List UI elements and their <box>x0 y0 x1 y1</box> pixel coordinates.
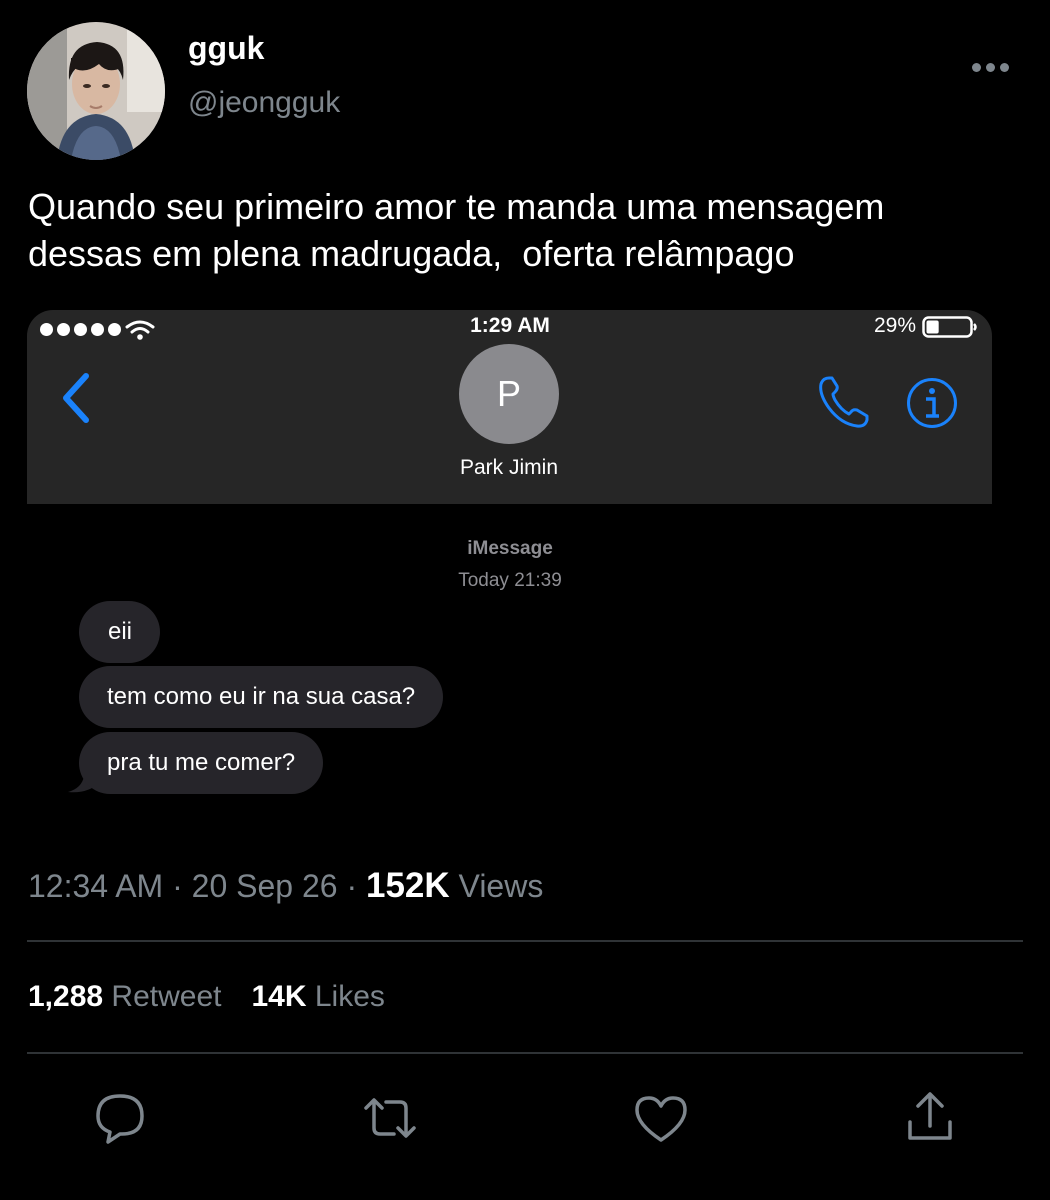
retweets-stat[interactable]: 1,288 Retweet <box>28 980 221 1013</box>
retweets-count: 1,288 <box>28 980 104 1013</box>
service-label: iMessage <box>467 538 553 559</box>
likes-label: Likes <box>306 980 385 1013</box>
likes-stat[interactable]: 14K Likes <box>251 980 384 1013</box>
service-timestamp: Today 21:39 <box>458 570 562 591</box>
user-avatar[interactable] <box>27 22 165 160</box>
divider <box>27 1052 1023 1054</box>
views-label: Views <box>449 868 544 904</box>
tweet-stats: 1,288 Retweet 14K Likes <box>28 980 385 1014</box>
user-handle[interactable]: @jeongguk <box>188 86 340 120</box>
likes-count: 14K <box>251 980 307 1013</box>
reply-icon[interactable] <box>90 1088 150 1148</box>
display-name[interactable]: gguk <box>188 30 264 67</box>
retweets-label: Retweet <box>103 980 222 1013</box>
wifi-icon <box>125 320 155 340</box>
avatar-photo <box>27 22 165 160</box>
divider <box>27 940 1023 942</box>
tweet-timestamp: 12:34 AM · 20 Sep 26 · <box>28 868 366 904</box>
heart-icon[interactable] <box>631 1088 691 1148</box>
status-time: 1:29 AM <box>470 314 550 337</box>
tweet-meta: 12:34 AM · 20 Sep 26 · 152K Views <box>28 866 543 906</box>
share-icon[interactable] <box>900 1088 960 1148</box>
message-bubble: eii <box>79 601 160 663</box>
message-bubble: pra tu me comer? <box>79 732 324 794</box>
tweet-text: Quando seu primeiro amor te manda uma me… <box>28 186 885 274</box>
battery-icon <box>922 316 977 338</box>
contact-avatar[interactable]: P <box>459 344 559 444</box>
views-count[interactable]: 152K <box>366 866 450 905</box>
phone-icon[interactable] <box>815 372 873 430</box>
info-icon[interactable] <box>905 376 959 430</box>
retweet-icon[interactable] <box>360 1088 420 1148</box>
signal-strength-icon <box>40 320 121 338</box>
battery-percent: 29% <box>873 314 916 337</box>
contact-name[interactable]: Park Jimin <box>409 456 609 480</box>
chevron-left-icon[interactable] <box>56 370 96 426</box>
more-horizontal-icon[interactable] <box>972 58 1014 76</box>
message-bubble: tem como eu ir na sua casa? <box>79 666 444 728</box>
